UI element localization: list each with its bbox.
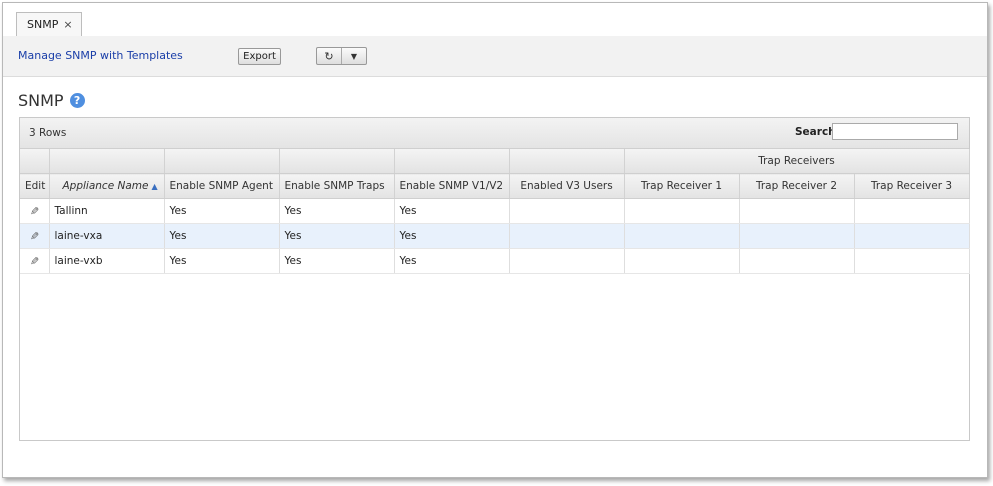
page-title: SNMP [18, 91, 64, 110]
column-header-enable-snmp-v1v2[interactable]: Enable SNMP V1/V2 [394, 173, 510, 199]
search-input[interactable] [832, 123, 958, 140]
toolbar: Manage SNMP with Templates Export ↻ ▼ [3, 36, 987, 77]
trap-receiver-3-cell [854, 248, 970, 274]
header-spacer [20, 149, 50, 174]
snmp-traps-cell: Yes [279, 223, 395, 249]
pencil-icon[interactable]: ✎ [30, 205, 39, 218]
close-icon[interactable]: × [63, 18, 72, 31]
column-header-appliance-name[interactable]: Appliance Name ▲ [49, 173, 165, 199]
trap-receiver-3-cell [854, 223, 970, 249]
tab-strip: SNMP × [3, 3, 987, 37]
snmp-grid-panel: 3 Rows Search Trap Receivers Edit Applia… [19, 117, 970, 441]
edit-cell: ✎ [20, 198, 50, 224]
trap-receiver-1-cell [624, 223, 740, 249]
snmp-table: Trap Receivers Edit Appliance Name ▲ Enab… [20, 149, 970, 274]
trap-receiver-2-cell [739, 223, 855, 249]
tab-label: SNMP [27, 18, 59, 31]
column-header-trap-receiver-1[interactable]: Trap Receiver 1 [624, 173, 740, 199]
column-header-enable-snmp-agent[interactable]: Enable SNMP Agent [164, 173, 280, 199]
snmp-v1v2-cell: Yes [394, 223, 510, 249]
column-header-enabled-v3-users[interactable]: Enabled V3 Users [509, 173, 625, 199]
search-label: Search [795, 126, 836, 138]
edit-cell: ✎ [20, 248, 50, 274]
trap-receivers-group-header: Trap Receivers [624, 149, 970, 174]
page-title-row: SNMP ? [18, 91, 85, 110]
header-spacer [394, 149, 510, 174]
trap-receiver-1-cell [624, 248, 740, 274]
tab-snmp[interactable]: SNMP × [16, 12, 82, 36]
appliance-name-cell: Tallinn [49, 198, 165, 224]
column-header-edit: Edit [20, 173, 50, 199]
snmp-agent-cell: Yes [164, 223, 280, 249]
snmp-v1v2-cell: Yes [394, 248, 510, 274]
column-header-enable-snmp-traps[interactable]: Enable SNMP Traps [279, 173, 395, 199]
sort-ascending-icon: ▲ [151, 182, 158, 191]
trap-receiver-2-cell [739, 248, 855, 274]
v3-users-cell [509, 248, 625, 274]
rows-count: 3 Rows [29, 127, 67, 139]
refresh-icon[interactable]: ↻ [317, 48, 341, 64]
column-header-trap-receiver-2[interactable]: Trap Receiver 2 [739, 173, 855, 199]
trap-receiver-1-cell [624, 198, 740, 224]
snmp-agent-cell: Yes [164, 248, 280, 274]
snmp-v1v2-cell: Yes [394, 198, 510, 224]
edit-cell: ✎ [20, 223, 50, 249]
pencil-icon[interactable]: ✎ [30, 230, 39, 243]
header-spacer [164, 149, 280, 174]
manage-templates-link[interactable]: Manage SNMP with Templates [18, 49, 183, 62]
snmp-traps-cell: Yes [279, 198, 395, 224]
trap-receiver-2-cell [739, 198, 855, 224]
v3-users-cell [509, 223, 625, 249]
refresh-button-group: ↻ ▼ [316, 47, 367, 65]
pencil-icon[interactable]: ✎ [30, 255, 39, 268]
column-header-label: Appliance Name [62, 180, 149, 192]
app-window: SNMP × Manage SNMP with Templates Export… [2, 2, 988, 478]
snmp-agent-cell: Yes [164, 198, 280, 224]
appliance-name-cell: laine-vxa [49, 223, 165, 249]
export-button[interactable]: Export [238, 48, 281, 65]
trap-receiver-3-cell [854, 198, 970, 224]
column-header-trap-receiver-3[interactable]: Trap Receiver 3 [854, 173, 970, 199]
header-spacer [49, 149, 165, 174]
snmp-traps-cell: Yes [279, 248, 395, 274]
header-spacer [279, 149, 395, 174]
help-icon[interactable]: ? [69, 93, 85, 108]
table-row[interactable]: ✎ Tallinn Yes Yes Yes [20, 198, 970, 224]
chevron-down-icon[interactable]: ▼ [341, 48, 366, 64]
v3-users-cell [509, 198, 625, 224]
appliance-name-cell: laine-vxb [49, 248, 165, 274]
table-row[interactable]: ✎ laine-vxa Yes Yes Yes [20, 223, 970, 249]
table-row[interactable]: ✎ laine-vxb Yes Yes Yes [20, 248, 970, 274]
header-spacer [509, 149, 625, 174]
grid-header-bar: 3 Rows Search [20, 118, 969, 149]
